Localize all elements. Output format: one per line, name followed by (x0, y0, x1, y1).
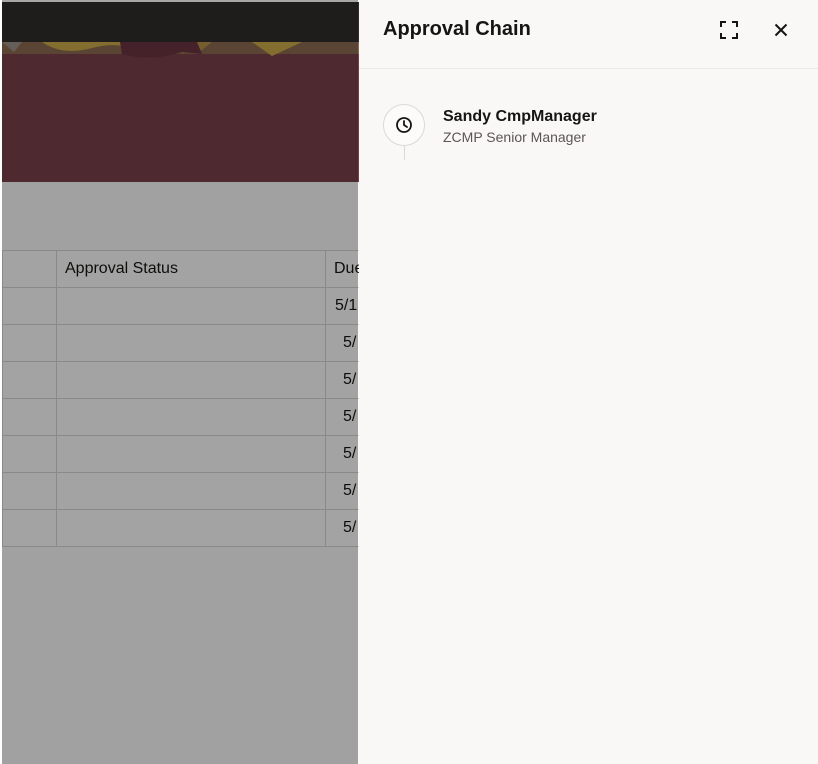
approver-name: Sandy CmpManager (443, 108, 597, 125)
drawer-title: Approval Chain (383, 18, 531, 40)
approver-item: Sandy CmpManager ZCMP Senior Manager (383, 104, 783, 164)
expand-button[interactable] (715, 16, 743, 44)
approval-chain-drawer: Approval Chain Sandy CmpManager ZCMP Sen… (359, 0, 818, 764)
window-edge (0, 0, 2, 764)
approver-role: ZCMP Senior Manager (443, 129, 586, 145)
expand-icon (720, 21, 738, 39)
close-icon (774, 23, 788, 37)
chain-connector (404, 146, 405, 160)
drawer-header: Approval Chain (359, 0, 818, 69)
page: Approval Status Due 5/1 5/ (0, 0, 818, 764)
close-button[interactable] (767, 16, 795, 44)
modal-scrim[interactable] (0, 0, 358, 764)
approver-status (383, 104, 425, 146)
clock-icon (396, 117, 412, 133)
